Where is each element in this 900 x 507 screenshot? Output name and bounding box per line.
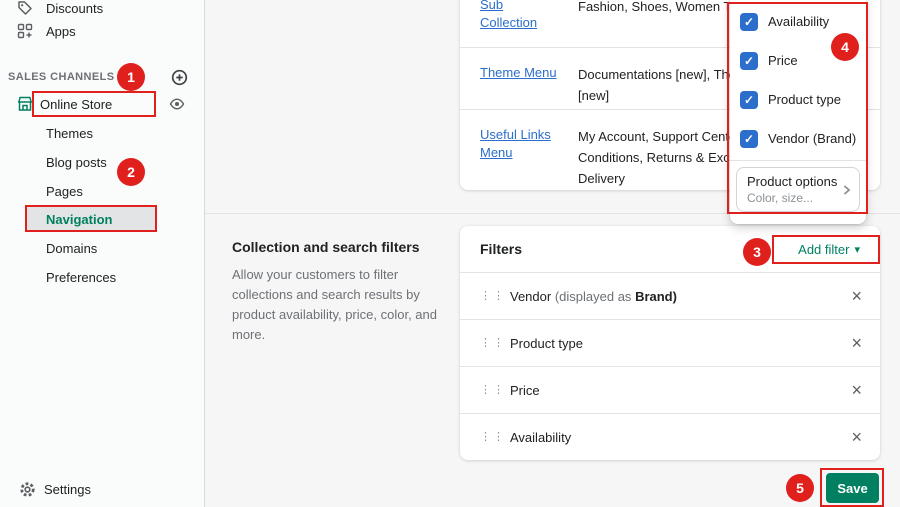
sidebar-item-label: Discounts <box>46 1 103 16</box>
popover-option-label: Vendor (Brand) <box>768 131 856 146</box>
apps-icon <box>16 22 34 40</box>
add-filter-button[interactable]: Add filter ▾ <box>798 242 860 257</box>
menu-link-useful-links-menu[interactable]: Useful Links Menu <box>480 126 560 190</box>
sidebar-item-blog-posts[interactable]: Blog posts <box>0 148 204 176</box>
sidebar-item-label: Themes <box>46 126 93 141</box>
popover-option-label: Price <box>768 53 798 68</box>
close-icon[interactable]: × <box>851 381 862 399</box>
checkbox-checked-icon[interactable]: ✓ <box>740 13 758 31</box>
save-button[interactable]: Save <box>826 473 879 503</box>
sidebar-item-label: Domains <box>46 241 97 256</box>
caret-down-icon: ▾ <box>854 243 860 256</box>
sidebar-item-label: Pages <box>46 184 83 199</box>
annotation-badge-5: 5 <box>786 474 814 502</box>
add-sales-channel-icon[interactable] <box>170 68 188 86</box>
sidebar-item-domains[interactable]: Domains <box>0 234 204 262</box>
sidebar-item-label: Preferences <box>46 270 116 285</box>
sidebar-item-label: Blog posts <box>46 155 107 170</box>
view-store-eye-icon[interactable] <box>168 95 186 113</box>
filter-row-label: Product type <box>510 336 583 351</box>
sidebar-item-label: Online Store <box>40 97 112 112</box>
section-heading: Collection and search filters <box>232 239 448 255</box>
drag-handle-icon[interactable]: ⋮⋮ <box>480 431 506 443</box>
product-options-label: Product options <box>747 174 849 189</box>
checkbox-checked-icon[interactable]: ✓ <box>740 91 758 109</box>
filter-options-popover: ✓ Availability ✓ Price ✓ Product type ✓ … <box>730 0 866 224</box>
drag-handle-icon[interactable]: ⋮⋮ <box>480 290 506 302</box>
sidebar-item-preferences[interactable]: Preferences <box>0 263 204 291</box>
filters-card-header: Filters Add filter ▾ <box>460 226 880 272</box>
sidebar-item-label: Settings <box>44 482 91 497</box>
sidebar-item-settings[interactable]: Settings <box>0 475 204 503</box>
sidebar-item-apps[interactable]: Apps <box>0 17 204 45</box>
drag-handle-icon[interactable]: ⋮⋮ <box>480 337 506 349</box>
filter-name: Vendor <box>510 289 551 304</box>
popover-option-availability[interactable]: ✓ Availability <box>730 2 866 41</box>
filter-alias: Brand) <box>635 289 677 304</box>
filter-row-vendor: ⋮⋮ Vendor (displayed as Brand) × <box>460 272 880 319</box>
filters-card-title: Filters <box>480 241 522 257</box>
menu-link-sub-collection[interactable]: Sub Collection <box>480 0 560 47</box>
filter-row-availability: ⋮⋮ Availability × <box>460 413 880 460</box>
gear-icon <box>18 480 36 498</box>
popover-option-product-type[interactable]: ✓ Product type <box>730 80 866 119</box>
checkbox-checked-icon[interactable]: ✓ <box>740 130 758 148</box>
popover-product-options[interactable]: Product options Color, size... <box>736 167 860 212</box>
sidebar: Discounts Apps SALES CHANNELS Online Sto… <box>0 0 205 507</box>
add-filter-label: Add filter <box>798 242 849 257</box>
sales-channels-header: SALES CHANNELS <box>8 71 114 83</box>
popover-option-label: Product type <box>768 92 841 107</box>
popover-option-price[interactable]: ✓ Price <box>730 41 866 80</box>
popover-option-vendor[interactable]: ✓ Vendor (Brand) <box>730 119 866 158</box>
sidebar-item-themes[interactable]: Themes <box>0 119 204 147</box>
filter-row-product-type: ⋮⋮ Product type × <box>460 319 880 366</box>
close-icon[interactable]: × <box>851 428 862 446</box>
close-icon[interactable]: × <box>851 334 862 352</box>
filter-row-label: Vendor (displayed as Brand) <box>510 289 677 304</box>
close-icon[interactable]: × <box>851 287 862 305</box>
filter-row-label: Availability <box>510 430 571 445</box>
filter-note: (displayed as <box>555 289 632 304</box>
section-description: Allow your customers to filter collectio… <box>232 265 448 345</box>
product-options-sublabel: Color, size... <box>747 191 849 205</box>
filters-section-info: Collection and search filters Allow your… <box>232 239 448 345</box>
filter-row-label: Price <box>510 383 540 398</box>
chevron-right-icon <box>841 184 853 196</box>
filter-row-price: ⋮⋮ Price × <box>460 366 880 413</box>
sidebar-item-navigation[interactable]: Navigation <box>26 206 156 232</box>
sidebar-item-pages[interactable]: Pages <box>0 177 204 205</box>
sidebar-item-label: Apps <box>46 24 76 39</box>
menu-link-theme-menu[interactable]: Theme Menu <box>480 64 560 109</box>
filters-card: Filters Add filter ▾ ⋮⋮ Vendor (displaye… <box>460 226 880 460</box>
popover-divider <box>730 160 866 161</box>
sidebar-item-label: Navigation <box>46 212 112 227</box>
popover-option-label: Availability <box>768 14 829 29</box>
discount-tag-icon <box>16 0 34 17</box>
checkbox-checked-icon[interactable]: ✓ <box>740 52 758 70</box>
store-icon <box>16 95 34 113</box>
drag-handle-icon[interactable]: ⋮⋮ <box>480 384 506 396</box>
